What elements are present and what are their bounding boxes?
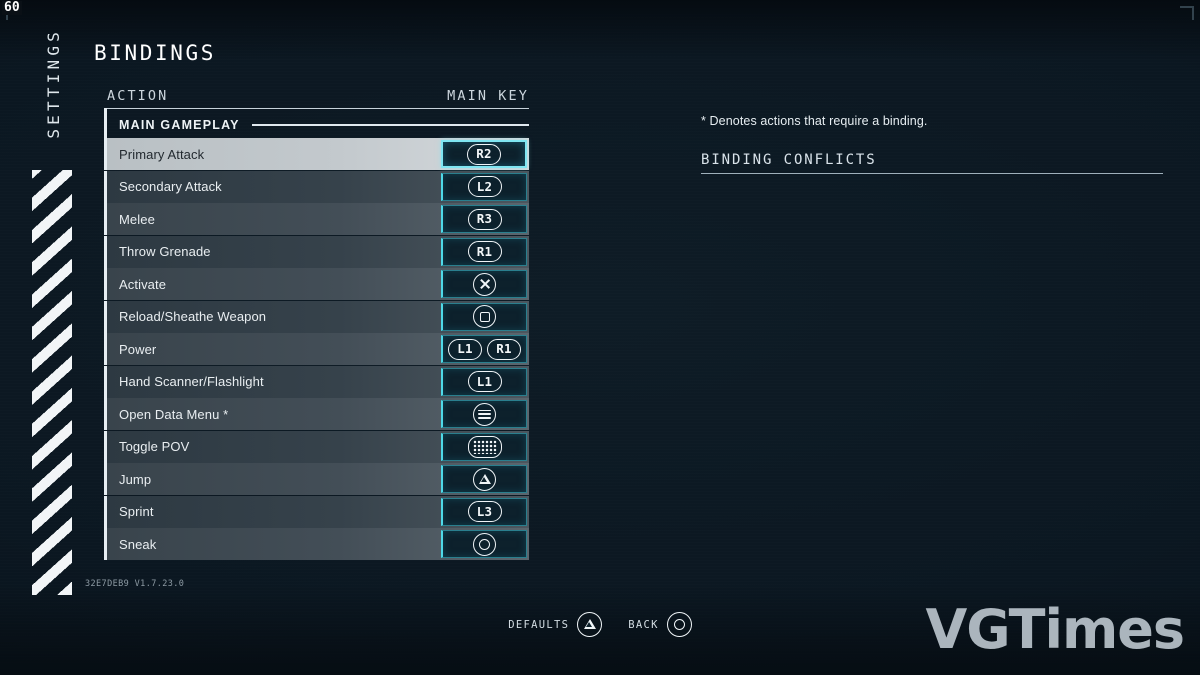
column-header-main-key: MAIN KEY — [447, 88, 529, 104]
key-glyph-l1: L1 — [467, 371, 502, 392]
binding-key-cell[interactable]: L1 — [441, 367, 527, 396]
key-glyph-r2: R2 — [467, 143, 501, 165]
binding-action-label: Secondary Attack — [119, 179, 222, 194]
binding-key-cell[interactable]: R1 — [441, 237, 527, 266]
key-glyph-r3: R3 — [467, 208, 502, 230]
binding-key-cell[interactable]: L3 — [441, 497, 527, 526]
denotes-note: * Denotes actions that require a binding… — [701, 114, 928, 128]
prompt-label: BACK — [628, 618, 659, 631]
binding-action-label: Melee — [119, 211, 155, 227]
binding-row[interactable]: Primary Attack R2 — [104, 138, 529, 170]
binding-key-cell[interactable]: R2 — [441, 140, 527, 168]
vgtimes-watermark: VGTimes — [925, 598, 1185, 661]
prompt-label: DEFAULTS — [508, 618, 570, 631]
key-glyph-l1: L1 — [448, 338, 482, 360]
binding-key-cell[interactable] — [441, 432, 527, 461]
binding-action-label: Activate — [119, 276, 167, 292]
binding-row[interactable]: Power L1 R1 — [104, 333, 529, 365]
key-glyph-l2: L2 — [467, 176, 502, 197]
key-glyph-r1: R1 — [487, 338, 521, 360]
binding-row[interactable]: Open Data Menu * — [104, 398, 529, 430]
binding-key-cell[interactable]: R3 — [441, 205, 527, 233]
binding-row[interactable]: Throw Grenade R1 — [104, 235, 529, 268]
binding-row[interactable]: Hand Scanner/Flashlight L1 — [104, 365, 529, 398]
settings-vertical-label: SETTINGS — [44, 28, 63, 139]
column-header-action: ACTION — [107, 88, 169, 104]
group-header-label: MAIN GAMEPLAY — [119, 118, 240, 132]
key-glyph-l3: L3 — [467, 501, 502, 522]
touchpad-icon — [467, 435, 502, 458]
binding-row[interactable]: Sprint L3 — [104, 495, 529, 528]
triangle-button-icon — [577, 612, 603, 637]
binding-conflicts-header: BINDING CONFLICTS — [701, 152, 1163, 174]
group-header-rule — [251, 124, 529, 126]
binding-action-label: Reload/Sheathe Weapon — [119, 309, 267, 324]
binding-key-cell[interactable] — [441, 302, 527, 331]
binding-key-cell[interactable]: L1 R1 — [441, 335, 527, 363]
cross-button-icon — [473, 272, 496, 296]
binding-action-label: Jump — [119, 471, 152, 487]
info-panel: * Denotes actions that require a binding… — [701, 114, 1163, 174]
left-rail: SETTINGS — [0, 0, 86, 675]
binding-row[interactable]: Sneak — [104, 528, 529, 560]
binding-key-cell[interactable] — [441, 465, 527, 493]
build-version-string: 32E7DEB9 V1.7.23.0 — [85, 579, 185, 589]
binding-action-label: Open Data Menu * — [119, 406, 229, 422]
corner-bracket-top-right — [1180, 6, 1194, 20]
circle-button-icon — [666, 612, 692, 637]
binding-action-label: Sprint — [119, 504, 154, 519]
binding-row[interactable]: Jump — [104, 463, 529, 495]
binding-row[interactable]: Activate — [104, 268, 529, 300]
binding-row[interactable]: Toggle POV — [104, 430, 529, 463]
group-header-main-gameplay: MAIN GAMEPLAY — [104, 108, 529, 142]
square-button-icon — [473, 305, 496, 328]
bindings-row-list: Primary Attack R2 Secondary Attack L2 Melee R… — [104, 138, 529, 560]
hazard-stripe-decoration — [32, 170, 72, 595]
binding-row[interactable]: Melee R3 — [104, 203, 529, 235]
binding-row[interactable]: Reload/Sheathe Weapon — [104, 300, 529, 333]
triangle-button-icon — [473, 467, 496, 491]
prompt-back[interactable]: BACK — [628, 612, 692, 637]
bindings-panel: ACTION MAIN KEY MAIN GAMEPLAY Primary At… — [104, 88, 529, 561]
circle-button-icon — [473, 532, 496, 556]
page-title: BINDINGS — [94, 41, 216, 65]
key-glyph-r1: R1 — [467, 241, 502, 262]
binding-action-label: Throw Grenade — [119, 244, 211, 259]
binding-action-label: Primary Attack — [119, 146, 205, 162]
binding-action-label: Power — [119, 341, 157, 357]
binding-action-label: Hand Scanner/Flashlight — [119, 374, 264, 389]
prompt-defaults[interactable]: DEFAULTS — [508, 612, 603, 637]
binding-key-cell[interactable] — [441, 530, 527, 558]
options-menu-icon — [473, 402, 496, 426]
binding-action-label: Sneak — [119, 536, 157, 552]
binding-key-cell[interactable] — [441, 270, 527, 298]
binding-key-cell[interactable]: L2 — [441, 172, 527, 201]
table-column-headers: ACTION MAIN KEY — [107, 88, 529, 109]
binding-action-label: Toggle POV — [119, 439, 190, 454]
binding-key-cell[interactable] — [441, 400, 527, 428]
binding-row[interactable]: Secondary Attack L2 — [104, 170, 529, 203]
